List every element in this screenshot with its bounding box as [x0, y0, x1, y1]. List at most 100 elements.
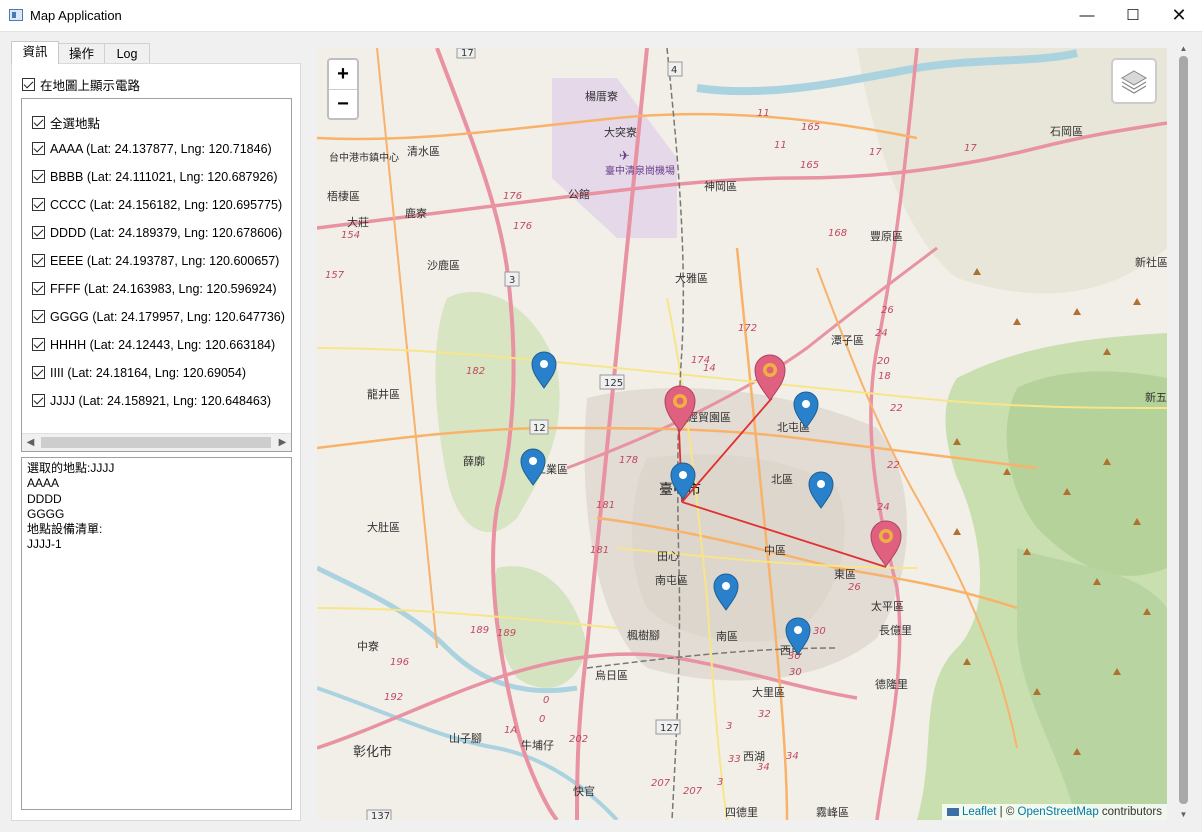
- svg-text:臺中清泉崗機場: 臺中清泉崗機場: [605, 164, 675, 177]
- svg-text:3: 3: [717, 777, 723, 788]
- location-item[interactable]: AAAA (Lat: 24.137877, Lng: 120.71846): [32, 141, 272, 156]
- maximize-button[interactable]: ☐: [1110, 0, 1156, 31]
- svg-text:東區: 東區: [834, 568, 856, 581]
- location-item[interactable]: JJJJ (Lat: 24.158921, Lng: 120.648463): [32, 393, 271, 408]
- svg-text:德隆里: 德隆里: [875, 677, 908, 691]
- map-view[interactable]: 楊厝寮 大突寮 臺中清泉崗機場 神岡區 清水區 台中港市鎮中心 梧棲區 鹿寮 大…: [317, 48, 1167, 820]
- map-tiles[interactable]: 楊厝寮 大突寮 臺中清泉崗機場 神岡區 清水區 台中港市鎮中心 梧棲區 鹿寮 大…: [317, 48, 1167, 820]
- location-item[interactable]: GGGG (Lat: 24.179957, Lng: 120.647736): [32, 309, 285, 324]
- title-bar: Map Application — ☐ ✕: [0, 0, 1202, 32]
- svg-text:4: 4: [671, 65, 677, 76]
- location-item[interactable]: EEEE (Lat: 24.193787, Lng: 120.600657): [32, 253, 279, 268]
- svg-text:新五: 新五: [1145, 390, 1167, 404]
- close-button[interactable]: ✕: [1156, 0, 1202, 31]
- zoom-in-button[interactable]: +: [329, 60, 357, 90]
- svg-text:34: 34: [757, 762, 770, 773]
- scroll-right-icon[interactable]: ▶: [274, 434, 291, 451]
- info-line: AAAA: [27, 476, 60, 491]
- tab-log[interactable]: Log: [104, 43, 150, 63]
- checkbox-icon[interactable]: [32, 226, 45, 240]
- select-all-checkbox[interactable]: 全選地點: [32, 113, 100, 132]
- svg-text:26: 26: [848, 582, 861, 593]
- svg-text:18: 18: [878, 371, 891, 382]
- svg-text:189: 189: [497, 628, 516, 639]
- location-item[interactable]: DDDD (Lat: 24.189379, Lng: 120.678606): [32, 225, 282, 240]
- svg-text:沙鹿區: 沙鹿區: [427, 258, 460, 272]
- svg-text:20: 20: [877, 356, 890, 367]
- svg-text:154: 154: [341, 230, 360, 241]
- svg-text:17: 17: [461, 48, 474, 59]
- svg-text:大肚區: 大肚區: [367, 520, 400, 534]
- horizontal-scrollbar[interactable]: ◀ ▶: [22, 433, 291, 451]
- svg-text:0: 0: [543, 695, 549, 706]
- tab-info[interactable]: 資訊: [11, 41, 59, 64]
- svg-text:125: 125: [604, 378, 623, 389]
- scroll-left-icon[interactable]: ◀: [22, 434, 39, 451]
- svg-text:17: 17: [964, 143, 977, 154]
- layers-button[interactable]: [1111, 58, 1157, 104]
- scrollbar-thumb[interactable]: [1179, 56, 1188, 804]
- checkbox-icon[interactable]: [32, 394, 45, 408]
- svg-text:田心: 田心: [657, 550, 679, 563]
- tab-operations[interactable]: 操作: [58, 43, 105, 63]
- checkbox-icon[interactable]: [32, 170, 45, 184]
- svg-text:137: 137: [371, 811, 390, 820]
- svg-text:33: 33: [728, 754, 741, 765]
- svg-text:30: 30: [789, 667, 802, 678]
- svg-text:楊厝寮: 楊厝寮: [585, 89, 618, 103]
- minimize-button[interactable]: —: [1064, 0, 1110, 31]
- svg-text:176: 176: [513, 221, 532, 232]
- zoom-out-button[interactable]: −: [329, 90, 357, 119]
- svg-text:168: 168: [828, 228, 847, 239]
- svg-text:192: 192: [384, 692, 403, 703]
- checkbox-icon[interactable]: [32, 254, 45, 268]
- svg-text:1A: 1A: [504, 725, 517, 736]
- checkbox-icon[interactable]: [32, 338, 45, 352]
- svg-text:14: 14: [703, 363, 716, 374]
- layers-icon: [1121, 70, 1147, 94]
- checkbox-icon[interactable]: [32, 142, 45, 156]
- svg-text:207: 207: [651, 778, 671, 789]
- svg-text:長億里: 長億里: [879, 624, 912, 637]
- location-item[interactable]: CCCC (Lat: 24.156182, Lng: 120.695775): [32, 197, 282, 212]
- vertical-scrollbar[interactable]: ▲ ▼: [1175, 42, 1192, 822]
- svg-text:189: 189: [470, 625, 489, 636]
- svg-text:石岡區: 石岡區: [1050, 125, 1083, 138]
- checkbox-icon[interactable]: [32, 366, 45, 380]
- checkbox-icon[interactable]: [32, 282, 45, 296]
- svg-text:178: 178: [619, 455, 638, 466]
- checkbox-icon[interactable]: [22, 78, 35, 91]
- leaflet-link[interactable]: Leaflet: [962, 806, 997, 818]
- checkbox-icon[interactable]: [32, 198, 45, 212]
- svg-text:豐原區: 豐原區: [870, 230, 903, 243]
- scrollbar-thumb[interactable]: [41, 437, 271, 448]
- scroll-up-icon[interactable]: ▲: [1175, 42, 1192, 56]
- location-item[interactable]: HHHH (Lat: 24.12443, Lng: 120.663184): [32, 337, 275, 352]
- selection-info-box[interactable]: 選取的地點:JJJJ AAAA DDDD GGGG 地點設備清單: JJJJ-1: [21, 457, 292, 810]
- location-list[interactable]: 全選地點 AAAA (Lat: 24.137877, Lng: 120.7184…: [21, 98, 292, 452]
- scroll-down-icon[interactable]: ▼: [1175, 808, 1192, 822]
- svg-text:0: 0: [539, 714, 545, 725]
- svg-text:181: 181: [596, 500, 615, 511]
- info-line: 選取的地點:JJJJ: [27, 461, 115, 475]
- info-line: DDDD: [27, 491, 62, 506]
- svg-text:經貿園區: 經貿園區: [687, 410, 731, 424]
- location-item[interactable]: BBBB (Lat: 24.111021, Lng: 120.687926): [32, 169, 278, 184]
- svg-text:3: 3: [509, 275, 515, 286]
- svg-text:165: 165: [801, 122, 820, 133]
- location-item[interactable]: IIII (Lat: 24.18164, Lng: 120.69054): [32, 365, 246, 380]
- window-title: Map Application: [30, 8, 122, 23]
- svg-text:山子腳: 山子腳: [449, 732, 482, 745]
- svg-text:165: 165: [800, 160, 819, 171]
- info-line: 地點設備清單:: [27, 522, 103, 537]
- svg-text:202: 202: [569, 734, 588, 745]
- location-item[interactable]: FFFF (Lat: 24.163983, Lng: 120.596924): [32, 281, 277, 296]
- checkbox-icon[interactable]: [32, 116, 45, 129]
- show-route-checkbox[interactable]: 在地圖上顯示電路: [22, 75, 140, 94]
- svg-text:四德里: 四德里: [725, 805, 758, 819]
- svg-text:181: 181: [590, 545, 609, 556]
- svg-text:11: 11: [774, 140, 787, 151]
- osm-link[interactable]: OpenStreetMap: [1018, 806, 1099, 818]
- svg-text:196: 196: [390, 657, 409, 668]
- checkbox-icon[interactable]: [32, 310, 45, 324]
